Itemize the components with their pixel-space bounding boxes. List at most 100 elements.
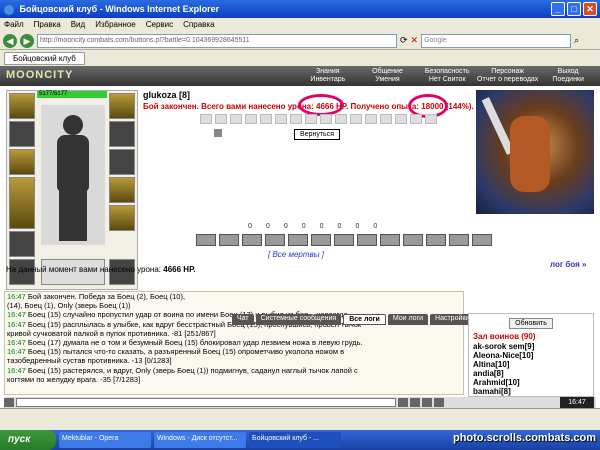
return-button[interactable]: Вернуться <box>294 129 340 140</box>
nav-skills[interactable]: Умения <box>358 76 418 83</box>
player-item[interactable]: Aleona-Nice[10] <box>473 351 534 360</box>
menu-help[interactable]: Справка <box>183 20 214 30</box>
search-input[interactable]: Google <box>421 33 572 48</box>
slot-ring1[interactable] <box>109 121 135 147</box>
player-item[interactable]: bamahi[8] <box>473 387 534 396</box>
tab-system[interactable]: Системные сообщения <box>255 314 342 325</box>
slot-shield[interactable] <box>109 205 135 231</box>
search-icon[interactable]: ⌕ <box>574 35 579 46</box>
status-bar <box>0 408 600 430</box>
character-silhouette <box>41 105 105 245</box>
weapon-skills <box>196 234 492 246</box>
menu-tools[interactable]: Сервис <box>146 20 173 30</box>
stat-6: 0 <box>337 223 342 230</box>
stat-3: 0 <box>283 223 288 230</box>
address-bar: ◀ ▶ http://mooncity.combats.com/buttons.… <box>0 32 600 50</box>
tab-chat[interactable]: Чат <box>232 314 254 325</box>
window-controls: _ □ ✕ <box>551 2 597 16</box>
stat-1: 0 <box>248 223 252 230</box>
taskbar-item-opera[interactable]: Mektublar - Opera <box>59 432 151 448</box>
player-item[interactable]: andia[8] <box>473 369 534 378</box>
smile-icon[interactable] <box>4 398 14 407</box>
site-logo: MOONCITY <box>6 69 74 81</box>
nav-security[interactable]: Безопасность <box>417 68 477 75</box>
tab-fight-club[interactable]: Бойцовский клуб <box>4 52 85 65</box>
ie-icon <box>4 4 14 15</box>
taskbar-item-windows[interactable]: Windows - Диск отсутст... <box>154 432 246 448</box>
character-name: glukoza [8] <box>143 90 190 100</box>
claw-icon[interactable] <box>472 234 492 246</box>
stop-icon[interactable]: ✕ <box>411 35 419 46</box>
slot-gloves[interactable] <box>109 177 135 203</box>
nav-transfers[interactable]: Отчет о переводах <box>477 76 538 83</box>
taskbar-item-fightclub[interactable]: Бойцовский клуб - ... <box>249 432 341 448</box>
slot-ring2[interactable] <box>109 149 135 175</box>
nav-inventory[interactable]: Инвентарь <box>298 76 358 83</box>
minimize-button[interactable]: _ <box>551 2 565 16</box>
url-input[interactable]: http://mooncity.combats.com/buttons.pl?b… <box>37 33 397 48</box>
hammer-icon[interactable] <box>357 234 377 246</box>
bow-icon[interactable] <box>380 234 400 246</box>
dagger-icon[interactable] <box>219 234 239 246</box>
all-dead-link[interactable]: [ Все мертвы ] <box>268 250 324 259</box>
chat-line: тазобедренный сустав противника. -13 [0/… <box>7 356 172 366</box>
shield-skill-icon[interactable] <box>449 234 469 246</box>
maximize-button[interactable]: □ <box>567 2 581 16</box>
slot-helmet[interactable] <box>9 93 35 119</box>
clear-icon[interactable] <box>410 398 420 407</box>
menu-view[interactable]: Вид <box>71 20 85 30</box>
slot-weapon[interactable] <box>9 149 35 175</box>
nav-fights[interactable]: Поединки <box>538 76 598 83</box>
player-item[interactable]: ak-sorok sem[9] <box>473 342 534 351</box>
highlight-circle-damage <box>298 94 344 116</box>
clock: 16:47 <box>560 397 594 408</box>
axe-icon[interactable] <box>242 234 262 246</box>
page-content: MOONCITY Знания Общение Безопасность Пер… <box>0 66 600 408</box>
damage-label: На данный момент вами нанесено урона: <box>6 265 162 274</box>
staff-icon[interactable] <box>288 234 308 246</box>
menu-favorites[interactable]: Избранное <box>95 20 136 30</box>
player-item[interactable]: Arahmid[10] <box>473 378 534 387</box>
battle-log-link[interactable]: лог боя » <box>550 260 586 269</box>
player-item[interactable]: Altina[10] <box>473 360 534 369</box>
stat-8: 0 <box>373 223 378 230</box>
knife-icon[interactable] <box>334 234 354 246</box>
chat-line: когтями по желудку врага. -35 [7/1283] <box>7 374 141 384</box>
nav-knowledge[interactable]: Знания <box>298 68 358 75</box>
site-header: MOONCITY Знания Общение Безопасность Пер… <box>0 66 600 86</box>
nav-chat[interactable]: Общение <box>358 68 418 75</box>
chat-log: 16:47 Бой закончен. Победа за Боец (2), … <box>4 291 464 395</box>
mace-icon[interactable] <box>265 234 285 246</box>
spear-icon[interactable] <box>311 234 331 246</box>
nav-exit[interactable]: Выход <box>538 68 598 75</box>
chat-line: (14), Боец (1), Only (зверь Боец (1)) <box>7 301 131 311</box>
menu-file[interactable]: Файл <box>4 20 24 30</box>
sword-icon[interactable] <box>196 234 216 246</box>
menu-edit[interactable]: Правка <box>34 20 61 30</box>
stat-2: 0 <box>265 223 270 230</box>
refresh-button[interactable]: Обновить <box>509 318 553 329</box>
refresh-icon[interactable]: ⟳ <box>400 35 408 46</box>
chat-input[interactable] <box>16 398 396 407</box>
smiles-icon[interactable] <box>434 398 444 407</box>
tab-my-logs[interactable]: Мои логи <box>387 314 429 325</box>
slot-amulet[interactable] <box>9 121 35 147</box>
character-panel: 5177/5177 <box>6 90 138 290</box>
filter-icon[interactable] <box>422 398 432 407</box>
back-button[interactable]: ◀ <box>3 33 17 48</box>
players-panel: Обновить Зал воинов (90) ak-sorok sem[9]… <box>468 313 594 397</box>
chat-line: 16:47 Боец (15) пытался что-то сказать, … <box>7 347 345 357</box>
nav-character[interactable]: Персонаж <box>477 68 538 75</box>
scythe-icon[interactable] <box>403 234 423 246</box>
menu-bar: Файл Правка Вид Избранное Сервис Справка <box>0 18 600 32</box>
send-icon[interactable] <box>398 398 408 407</box>
tab-all-logs[interactable]: Все логи <box>343 314 386 325</box>
forward-button[interactable]: ▶ <box>20 33 34 48</box>
slot-belt[interactable] <box>9 231 35 257</box>
slot-armor[interactable] <box>9 177 35 229</box>
close-button[interactable]: ✕ <box>583 2 597 16</box>
nav-scrolls[interactable]: Нет Свиток <box>417 76 477 83</box>
start-button[interactable]: пуск <box>0 430 56 450</box>
slot-earring[interactable] <box>109 93 135 119</box>
club-icon[interactable] <box>426 234 446 246</box>
